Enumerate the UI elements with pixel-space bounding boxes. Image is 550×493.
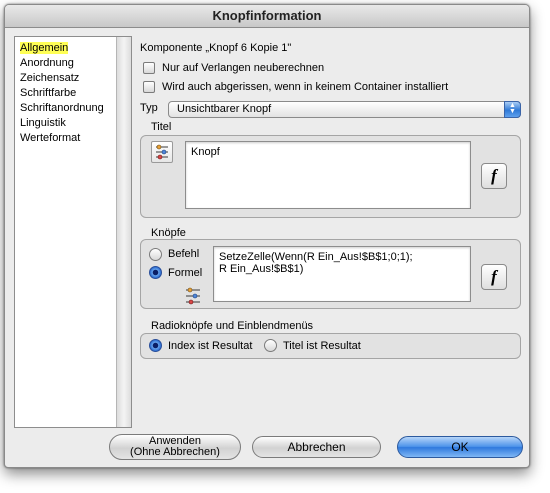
sidebar-item-label: Allgemein — [20, 42, 69, 54]
window-title: Knopfinformation — [5, 5, 529, 28]
radio-section-heading: Radioknöpfe und Einblendmenüs — [151, 320, 314, 332]
sidebar-item-label: Schriftanordnung — [20, 102, 104, 114]
title-result-label: Titel ist Resultat — [283, 340, 361, 352]
sidebar-item-label: Schriftfarbe — [20, 87, 77, 99]
formula-radio[interactable] — [149, 266, 162, 279]
recalc-on-demand-label: Nur auf Verlangen neuberechnen — [162, 62, 325, 74]
sidebar-item-label: Anordnung — [20, 57, 74, 69]
type-select-value: Unsichtbarer Knopf — [177, 103, 272, 115]
title-result-radio[interactable] — [264, 339, 277, 352]
category-list[interactable]: Allgemein Anordnung Zeichensatz Schriftf… — [14, 36, 132, 428]
title-text-field[interactable]: Knopf — [185, 141, 471, 209]
formula-radio-label: Formel — [168, 267, 203, 279]
dialog-window: Knopfinformation Allgemein Anordnung Zei… — [4, 4, 530, 468]
sidebar-item-werteformat[interactable]: Werteformat — [15, 131, 118, 146]
formula-text-field[interactable]: SetzeZelle(Wenn(R Ein_Aus!$B$1;0;1); R E… — [213, 246, 471, 302]
category-list-items: Allgemein Anordnung Zeichensatz Schriftf… — [15, 37, 118, 146]
function-icon: f — [491, 267, 497, 286]
chevron-updown-icon: ▲ ▼ — [504, 101, 521, 118]
tearoff-checkbox[interactable] — [143, 81, 155, 93]
sidebar-item-schriftanordnung[interactable]: Schriftanordnung — [15, 101, 118, 116]
sidebar-item-anordnung[interactable]: Anordnung — [15, 56, 118, 71]
command-radio-label: Befehl — [168, 248, 200, 260]
title-section-heading: Titel — [151, 121, 172, 133]
category-list-scrollbar[interactable] — [116, 37, 131, 427]
buttons-section-heading: Knöpfe — [151, 227, 186, 239]
function-icon: f — [491, 166, 497, 185]
component-label: Komponente „Knopf 6 Kopie 1" — [140, 42, 292, 54]
sidebar-item-label: Zeichensatz — [20, 72, 80, 84]
ok-button[interactable]: OK — [397, 436, 523, 458]
type-label: Typ — [140, 102, 158, 114]
apply-button[interactable]: Anwenden (Ohne Abbrechen) — [109, 434, 241, 460]
tearoff-label: Wird auch abgerissen, wenn in keinem Con… — [162, 81, 449, 93]
sidebar-item-label: Linguistik — [20, 117, 66, 129]
cancel-button[interactable]: Abbrechen — [252, 436, 381, 458]
sliders-icon — [186, 287, 200, 305]
index-result-label: Index ist Resultat — [168, 340, 253, 352]
formula-function-button[interactable]: f — [481, 264, 507, 290]
sidebar-item-linguistik[interactable]: Linguistik — [15, 116, 118, 131]
sliders-icon — [156, 144, 168, 160]
apply-button-line2: (Ohne Abbrechen) — [130, 446, 220, 458]
index-result-radio[interactable] — [149, 339, 162, 352]
recalc-on-demand-checkbox[interactable] — [143, 62, 155, 74]
sidebar-item-label: Werteformat — [20, 132, 81, 144]
sidebar-item-zeichensatz[interactable]: Zeichensatz — [15, 71, 118, 86]
sidebar-item-schriftfarbe[interactable]: Schriftfarbe — [15, 86, 118, 101]
sidebar-item-allgemein[interactable]: Allgemein — [15, 41, 118, 56]
title-sort-button[interactable] — [151, 141, 173, 163]
type-select[interactable]: Unsichtbarer Knopf ▲ ▼ — [168, 101, 521, 118]
formula-sort-button[interactable] — [183, 286, 203, 306]
title-function-button[interactable]: f — [481, 163, 507, 189]
command-radio[interactable] — [149, 248, 162, 261]
